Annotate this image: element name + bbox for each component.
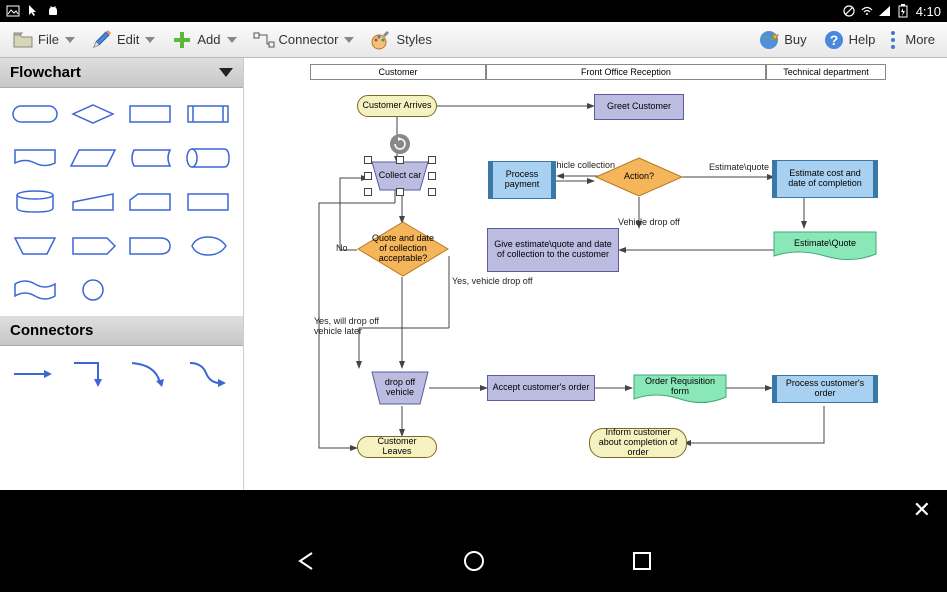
node-process-order[interactable]: Process customer's order xyxy=(772,375,878,403)
shape-stored-data[interactable] xyxy=(124,140,178,176)
signal-icon xyxy=(878,4,892,18)
edit-menu[interactable]: Edit xyxy=(83,25,163,55)
connectors-panel-header[interactable]: Connectors xyxy=(0,316,243,346)
node-give-estimate[interactable]: Give estimate\quote and date of collecti… xyxy=(487,228,619,272)
collapse-icon xyxy=(219,68,233,77)
more-dots-icon xyxy=(891,31,895,49)
node-estimate-cost[interactable]: Estimate cost and date of completion xyxy=(772,160,878,198)
node-order-requisition[interactable]: Order Requisition form xyxy=(632,373,728,407)
node-collect-car-selected[interactable]: Collect car xyxy=(368,160,432,192)
image-icon xyxy=(6,4,20,18)
android-nav-bar xyxy=(0,530,947,592)
shape-manual-op[interactable] xyxy=(8,228,62,264)
shape-decision[interactable] xyxy=(66,96,120,132)
node-process-payment[interactable]: Process payment xyxy=(488,161,556,199)
buy-button[interactable]: Buy xyxy=(750,25,814,55)
add-label: Add xyxy=(197,32,220,47)
connector-curved[interactable] xyxy=(126,356,170,392)
dropdown-icon xyxy=(145,37,155,43)
main-toolbar: File Edit Add Connector Styles Buy ? Hel… xyxy=(0,22,947,58)
swimlane-header-technical[interactable]: Technical department xyxy=(766,64,886,80)
help-label: Help xyxy=(849,32,876,47)
swimlane-header-front-office[interactable]: Front Office Reception xyxy=(486,64,766,80)
label-yes-drop-off: Yes, will drop off vehicle later xyxy=(314,316,394,336)
shape-palette-sidebar: Flowchart Connectors xyxy=(0,58,244,526)
connector-straight[interactable] xyxy=(10,356,54,392)
styles-menu[interactable]: Styles xyxy=(362,25,439,55)
node-estimate-quote[interactable]: Estimate\Quote xyxy=(772,230,878,264)
wifi-icon xyxy=(860,4,874,18)
shape-data[interactable] xyxy=(66,140,120,176)
diagram-canvas[interactable]: Customer Front Office Reception Technica… xyxy=(244,58,947,526)
nav-recent-button[interactable] xyxy=(628,547,656,575)
dropdown-icon xyxy=(65,37,75,43)
rotate-handle-icon[interactable] xyxy=(390,134,410,154)
close-icon[interactable]: ✕ xyxy=(913,497,931,523)
shape-delay[interactable] xyxy=(124,228,178,264)
styles-label: Styles xyxy=(396,32,431,47)
status-time: 4:10 xyxy=(916,4,941,19)
node-greet-customer[interactable]: Greet Customer xyxy=(594,94,684,120)
connector-menu[interactable]: Connector xyxy=(245,25,363,55)
ad-bar: ✕ xyxy=(0,490,947,530)
add-menu[interactable]: Add xyxy=(163,25,244,55)
globe-icon xyxy=(758,29,780,51)
connector-label: Connector xyxy=(279,32,339,47)
swimlane-header-customer[interactable]: Customer xyxy=(310,64,486,80)
shape-tape[interactable] xyxy=(8,272,62,308)
shape-database[interactable] xyxy=(8,184,62,220)
battery-icon xyxy=(896,4,910,18)
help-icon: ? xyxy=(823,29,845,51)
node-customer-arrives[interactable]: Customer Arrives xyxy=(357,95,437,117)
connector-elbow[interactable] xyxy=(68,356,112,392)
shape-direct-data[interactable] xyxy=(181,140,235,176)
node-drop-off-vehicle[interactable]: drop off vehicle xyxy=(368,370,432,406)
label-yes-vehicle-drop: Yes, vehicle drop off xyxy=(452,276,533,286)
shape-process[interactable] xyxy=(124,96,178,132)
dropdown-icon xyxy=(227,37,237,43)
node-quote-acceptable[interactable]: Quote and date of collection acceptable? xyxy=(356,220,450,278)
android-status-bar: 4:10 xyxy=(0,0,947,22)
node-inform-customer[interactable]: Inform customer about completion of orde… xyxy=(589,428,687,458)
shape-card[interactable] xyxy=(124,184,178,220)
dropdown-icon xyxy=(344,37,354,43)
node-action[interactable]: Action? xyxy=(594,156,684,198)
svg-text:?: ? xyxy=(829,32,838,48)
flowchart-panel-header[interactable]: Flowchart xyxy=(0,58,243,88)
shape-display[interactable] xyxy=(181,228,235,264)
shape-document[interactable] xyxy=(8,140,62,176)
node-accept-order[interactable]: Accept customer's order xyxy=(487,375,595,401)
shape-terminator[interactable] xyxy=(8,96,62,132)
flowchart-header-label: Flowchart xyxy=(10,64,81,81)
label-vehicle-drop-off: Vehicle drop off xyxy=(618,217,680,227)
label-no: No xyxy=(336,243,348,253)
node-customer-leaves[interactable]: Customer Leaves xyxy=(357,436,437,458)
android-icon xyxy=(46,4,60,18)
no-signal-icon xyxy=(842,4,856,18)
buy-label: Buy xyxy=(784,32,806,47)
more-label: More xyxy=(905,32,935,47)
plus-icon xyxy=(171,29,193,51)
shape-process2[interactable] xyxy=(181,184,235,220)
shape-connector-circle[interactable] xyxy=(66,272,120,308)
more-menu[interactable]: More xyxy=(883,27,943,53)
cursor-icon xyxy=(26,4,40,18)
shape-predefined[interactable] xyxy=(181,96,235,132)
edit-label: Edit xyxy=(117,32,139,47)
file-label: File xyxy=(38,32,59,47)
shape-offpage[interactable] xyxy=(66,228,120,264)
shape-manual-input[interactable] xyxy=(66,184,120,220)
label-estimate-quote: Estimate\quote xyxy=(709,162,769,172)
help-button[interactable]: ? Help xyxy=(815,25,884,55)
nav-back-button[interactable] xyxy=(292,547,320,575)
folder-icon xyxy=(12,29,34,51)
connector-icon xyxy=(253,29,275,51)
file-menu[interactable]: File xyxy=(4,25,83,55)
styles-icon xyxy=(370,29,392,51)
pencil-icon xyxy=(91,29,113,51)
nav-home-button[interactable] xyxy=(460,547,488,575)
connectors-header-label: Connectors xyxy=(10,322,93,339)
connector-bezier[interactable] xyxy=(184,356,228,392)
